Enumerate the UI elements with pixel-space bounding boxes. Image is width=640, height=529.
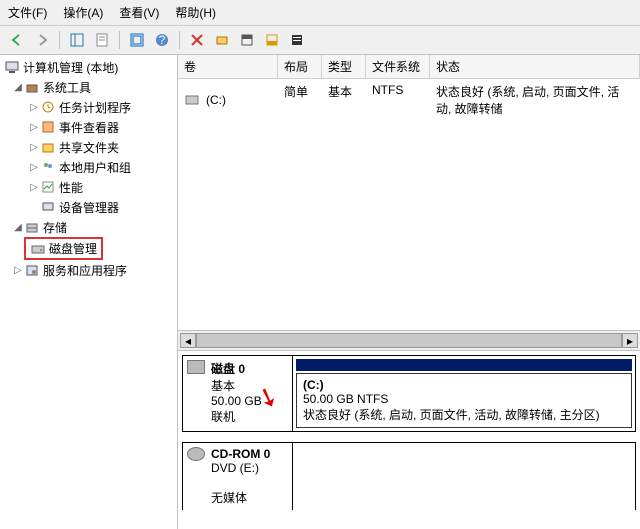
partition-header-bar: [296, 359, 632, 371]
disk-info: CD-ROM 0 DVD (E:) 无媒体: [183, 443, 293, 510]
expand-icon[interactable]: ▷: [28, 162, 40, 173]
disk-type: DVD (E:): [211, 461, 259, 475]
tree-services-apps[interactable]: ▷ 服务和应用程序: [0, 260, 177, 280]
col-filesystem[interactable]: 文件系统: [366, 55, 430, 78]
horizontal-scrollbar[interactable]: ◂ ▸: [178, 331, 640, 351]
users-icon: [40, 159, 56, 175]
menu-view[interactable]: 查看(V): [119, 4, 159, 21]
svg-text:?: ?: [159, 33, 166, 47]
disk-map: ➘ (C:) 50.00 GB NTFS 状态良好 (系统, 启动, 页面文件,…: [293, 356, 635, 431]
computer-icon: [4, 59, 20, 75]
collapse-icon[interactable]: ◢: [12, 82, 24, 93]
device-icon: [40, 199, 56, 215]
tree-performance[interactable]: ▷ 性能: [0, 177, 177, 197]
tools-icon: [24, 79, 40, 95]
cdrom-icon: [187, 447, 205, 461]
disk-name: CD-ROM 0: [211, 447, 270, 461]
help-button[interactable]: ?: [151, 29, 173, 51]
forward-button[interactable]: [31, 29, 53, 51]
partition-info: 50.00 GB NTFS: [303, 392, 388, 406]
cell-status: 状态良好 (系统, 启动, 页面文件, 活动, 故障转储: [430, 81, 640, 119]
disk-row[interactable]: 磁盘 0 基本 50.00 GB 联机 ➘ (C:) 50.00 GB NTFS…: [182, 355, 636, 432]
folder-share-icon: [40, 139, 56, 155]
toolbar: ?: [0, 26, 640, 55]
view-bottom-button[interactable]: [261, 29, 283, 51]
tree-device-manager[interactable]: 设备管理器: [0, 197, 177, 217]
partition-status: 状态良好 (系统, 启动, 页面文件, 活动, 故障转储, 主分区): [303, 408, 600, 422]
disk-status: 联机: [211, 410, 235, 424]
perf-icon: [40, 179, 56, 195]
volume-icon: [184, 92, 200, 108]
tree-shared-folders[interactable]: ▷ 共享文件夹: [0, 137, 177, 157]
col-layout[interactable]: 布局: [278, 55, 322, 78]
properties-button[interactable]: [91, 29, 113, 51]
col-status[interactable]: 状态: [430, 55, 640, 78]
services-icon: [24, 262, 40, 278]
view-list-button[interactable]: [286, 29, 308, 51]
refresh-button[interactable]: [126, 29, 148, 51]
col-volume[interactable]: 卷: [178, 55, 278, 78]
tree-root[interactable]: 计算机管理 (本地): [0, 57, 177, 77]
expand-icon[interactable]: ▷: [28, 142, 40, 153]
table-row[interactable]: (C:) 简单 基本 NTFS 状态良好 (系统, 启动, 页面文件, 活动, …: [178, 79, 640, 121]
volume-table: 卷 布局 类型 文件系统 状态 (C:) 简单 基本 NTFS 状态良好 (系统…: [178, 55, 640, 331]
menu-action[interactable]: 操作(A): [63, 4, 103, 21]
details-pane: 卷 布局 类型 文件系统 状态 (C:) 简单 基本 NTFS 状态良好 (系统…: [178, 55, 640, 529]
tree-local-users[interactable]: ▷ 本地用户和组: [0, 157, 177, 177]
tree-task-scheduler[interactable]: ▷ 任务计划程序: [0, 97, 177, 117]
separator: [119, 31, 120, 49]
menu-bar: 文件(F) 操作(A) 查看(V) 帮助(H): [0, 0, 640, 26]
disk-icon: [187, 360, 205, 374]
back-button[interactable]: [6, 29, 28, 51]
disk-mgmt-icon: [30, 241, 46, 257]
event-icon: [40, 119, 56, 135]
col-type[interactable]: 类型: [322, 55, 366, 78]
settings-button[interactable]: [211, 29, 233, 51]
expand-icon[interactable]: ▷: [12, 265, 24, 276]
disk-status: 无媒体: [211, 491, 247, 505]
expand-icon[interactable]: ▷: [28, 102, 40, 113]
cell-fs: NTFS: [366, 81, 430, 119]
expand-icon[interactable]: ▷: [28, 182, 40, 193]
table-header: 卷 布局 类型 文件系统 状态: [178, 55, 640, 79]
menu-file[interactable]: 文件(F): [8, 4, 47, 21]
clock-icon: [40, 99, 56, 115]
disk-name: 磁盘 0: [211, 362, 245, 376]
menu-help[interactable]: 帮助(H): [175, 4, 216, 21]
separator: [179, 31, 180, 49]
disk-info: 磁盘 0 基本 50.00 GB 联机: [183, 356, 293, 431]
cell-layout: 简单: [278, 81, 322, 119]
show-hide-tree-button[interactable]: [66, 29, 88, 51]
navigation-tree: 计算机管理 (本地) ◢ 系统工具 ▷ 任务计划程序 ▷ 事件查看器 ▷ 共享文…: [0, 55, 178, 529]
disk-size: 50.00 GB: [211, 394, 262, 408]
cell-type: 基本: [322, 81, 366, 119]
disk-row[interactable]: CD-ROM 0 DVD (E:) 无媒体: [182, 442, 636, 510]
disk-map-empty: [293, 443, 635, 510]
separator: [59, 31, 60, 49]
tree-disk-management[interactable]: 磁盘管理: [24, 237, 103, 260]
disk-type: 基本: [211, 379, 235, 393]
view-top-button[interactable]: [236, 29, 258, 51]
tree-storage[interactable]: ◢ 存储: [0, 217, 177, 237]
action-button[interactable]: [186, 29, 208, 51]
collapse-icon[interactable]: ◢: [12, 222, 24, 233]
expand-icon[interactable]: ▷: [28, 122, 40, 133]
disk-graphical-view: 磁盘 0 基本 50.00 GB 联机 ➘ (C:) 50.00 GB NTFS…: [178, 351, 640, 529]
tree-event-viewer[interactable]: ▷ 事件查看器: [0, 117, 177, 137]
tree-system-tools[interactable]: ◢ 系统工具: [0, 77, 177, 97]
partition-c[interactable]: ➘ (C:) 50.00 GB NTFS 状态良好 (系统, 启动, 页面文件,…: [296, 373, 632, 428]
storage-icon: [24, 219, 40, 235]
partition-label: (C:): [303, 378, 324, 392]
cell-volume: (C:): [206, 93, 226, 107]
